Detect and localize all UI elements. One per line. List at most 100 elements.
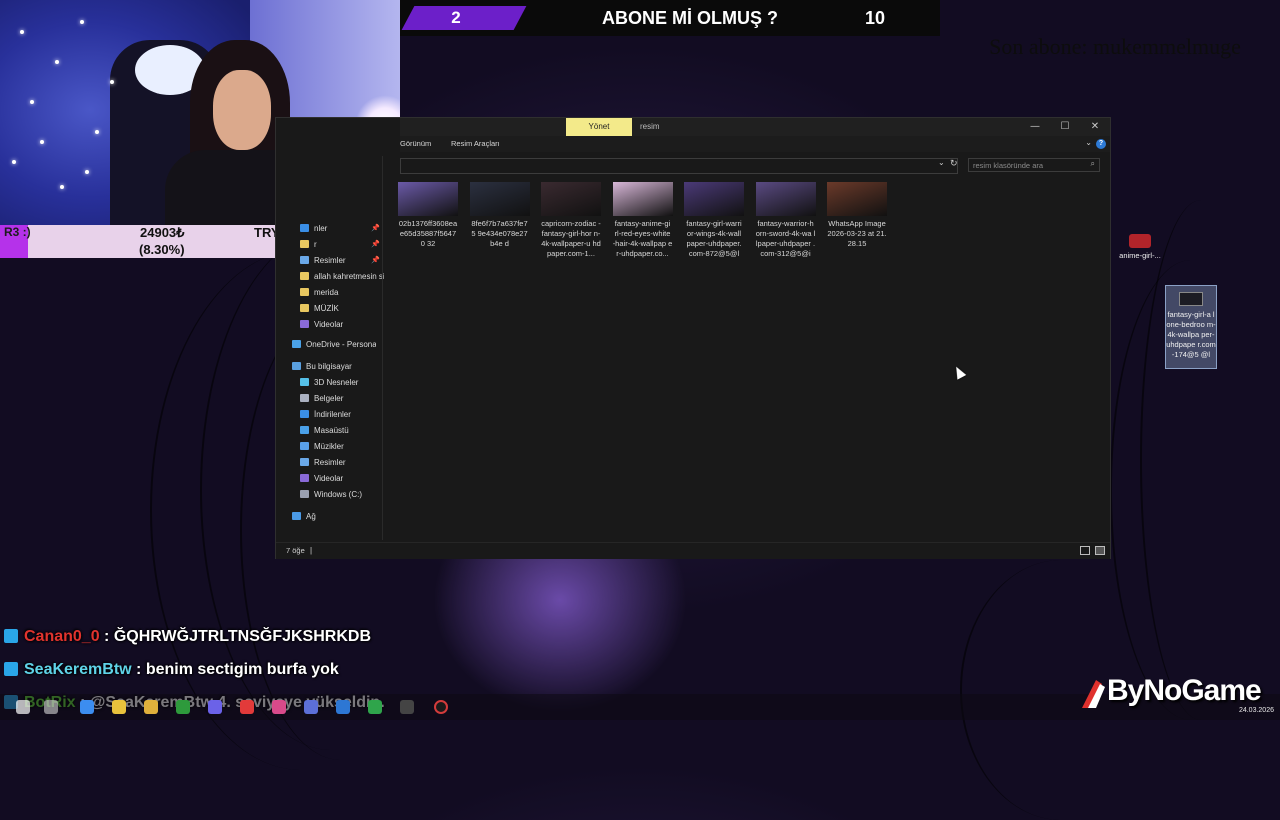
nav-item[interactable]: OneDrive - Personal (292, 338, 376, 352)
file-thumbnail (755, 182, 816, 216)
nav-item-label: Bu bilgisayar (306, 362, 352, 371)
excel-icon[interactable] (368, 700, 382, 714)
desktop-icon-anime-girl[interactable]: anime-girl-... (1114, 234, 1166, 261)
docs-icon (300, 394, 309, 402)
status-separator: | (310, 546, 313, 555)
nav-item[interactable]: İndirilenler (300, 408, 384, 422)
opera-icon[interactable] (240, 700, 254, 714)
search-placeholder: resim klasöründe ara (973, 161, 1044, 170)
file-thumbnail (612, 182, 673, 216)
nav-item[interactable]: Bu bilgisayar (292, 360, 376, 374)
nav-item-label: OneDrive - Personal (306, 340, 376, 349)
title-bar[interactable]: Yönet resim — ☐ ✕ (400, 118, 1110, 136)
spotify-icon[interactable] (176, 700, 190, 714)
maximize-button[interactable]: ☐ (1050, 118, 1080, 136)
start-icon[interactable] (16, 700, 30, 714)
download-icon (300, 410, 309, 418)
pc-icon (292, 362, 301, 370)
file-name: fantasy-girl-warri or-wings-4k-wall pape… (686, 219, 742, 258)
search-icon[interactable]: ⌕ (1091, 159, 1095, 169)
file-thumbnail (684, 182, 744, 216)
file-item[interactable]: 02b1376ff3608ea e65d35887f56470 32 (398, 182, 458, 249)
window-title: resim (640, 122, 660, 131)
file-item[interactable]: fantasy-girl-warri or-wings-4k-wall pape… (684, 182, 744, 259)
steam-icon[interactable] (336, 700, 350, 714)
file-name: capricorn-zodiac -fantasy-girl-hor n-4k-… (541, 219, 601, 258)
cloud-icon (292, 340, 301, 348)
nav-item-label: 3D Nesneler (314, 378, 359, 387)
minimize-button[interactable]: — (1020, 118, 1050, 136)
file-item[interactable]: 8fe6f7b7a637fe75 9e434e078e27b4e d (469, 182, 530, 249)
close-button[interactable]: ✕ (1080, 118, 1110, 136)
file-item[interactable]: WhatsApp Image 2026-03-23 at 21.28.15 (827, 182, 887, 249)
nav-item[interactable]: 3D Nesneler (300, 376, 384, 390)
nav-item[interactable]: Resimler (300, 456, 384, 470)
nav-item[interactable]: Müzikler (300, 440, 384, 454)
file-name: 02b1376ff3608ea e65d35887f56470 32 (398, 219, 458, 248)
pin-icon: 📌 (371, 241, 380, 248)
nav-item[interactable]: Masaüstü (300, 424, 384, 438)
file-item[interactable]: fantasy-warrior-h orn-sword-4k-wa llpape… (755, 182, 816, 259)
pin-icon: 📌 (371, 257, 380, 264)
tab-view[interactable]: Görünüm (400, 136, 431, 152)
image-file-icon (1179, 292, 1203, 306)
chevron-down-icon[interactable]: ⌄ (1085, 138, 1092, 147)
ribbon: Görünüm Resim Araçları ⌄ ? (400, 136, 1110, 152)
nav-item[interactable]: Videolar (300, 472, 384, 486)
search-icon[interactable] (44, 700, 58, 714)
discord-icon[interactable] (208, 700, 222, 714)
file-grid: 02b1376ff3608ea e65d35887f56470 32 8fe6f7… (398, 182, 1110, 322)
tab-manage[interactable]: Yönet (566, 118, 632, 136)
tab-picture-tools[interactable]: Resim Araçları (451, 136, 500, 152)
obs-icon[interactable] (400, 700, 414, 714)
nav-item[interactable]: Belgeler (300, 392, 384, 406)
desktop-icon (300, 426, 309, 434)
nav-item-label: Resimler (314, 458, 346, 467)
video-icon (300, 320, 309, 328)
platform-icon (4, 662, 18, 676)
nav-item-label: İndirilenler (314, 410, 351, 419)
sub-count: 2 (451, 8, 461, 27)
folder-icon[interactable] (144, 700, 158, 714)
chat-message: SeaKeremBtw : benim sectigim burfa yok (4, 659, 339, 681)
file-thumbnail (398, 182, 458, 216)
pane-splitter[interactable] (382, 156, 383, 540)
file-thumbnail (469, 182, 530, 216)
file-thumbnail (541, 182, 601, 216)
explorer-icon[interactable] (112, 700, 126, 714)
nav-item-label: MÜZİK (314, 304, 339, 313)
nav-item[interactable]: allah kahretmesin si (300, 270, 384, 284)
address-bar[interactable] (400, 158, 958, 174)
nav-item[interactable]: merida (300, 286, 384, 300)
chat-username: Canan0_0 (24, 628, 100, 645)
help-icon[interactable]: ? (1096, 139, 1106, 149)
nav-item[interactable]: Videolar (300, 318, 384, 332)
app-icon[interactable] (272, 700, 286, 714)
status-bar: 7 öğe | (276, 542, 1110, 559)
nav-item[interactable]: Ağ (292, 510, 376, 524)
sub-question: ABONE Mİ OLMUŞ ? (602, 8, 778, 28)
file-item[interactable]: fantasy-anime-gi rl-red-eyes-white -hair… (612, 182, 673, 259)
nav-item-label: Belgeler (314, 394, 344, 403)
nav-item[interactable]: Windows (C:) (300, 488, 384, 502)
nav-item-label: allah kahretmesin si (314, 272, 384, 281)
file-item[interactable]: capricorn-zodiac -fantasy-girl-hor n-4k-… (541, 182, 601, 259)
large-icons-view-icon[interactable] (1095, 546, 1105, 555)
refresh-icon[interactable]: ↻ (950, 158, 958, 169)
chevron-down-icon[interactable]: ⌄ (938, 158, 945, 167)
folder-icon (300, 272, 309, 280)
edge-icon[interactable] (80, 700, 94, 714)
details-view-icon[interactable] (1080, 546, 1090, 555)
chat-separator: : (99, 628, 114, 645)
nav-item-label: r (314, 240, 317, 249)
nav-item-label: Masaüstü (314, 426, 349, 435)
desktop-icon-fantasy-girl[interactable]: fantasy-girl-a lone-bedroo m-4k-wallpa p… (1165, 285, 1217, 369)
app-icon[interactable] (304, 700, 318, 714)
nav-item-label: nler (314, 224, 328, 233)
folder-icon (300, 240, 309, 248)
file-explorer-window[interactable]: Yönet resim — ☐ ✕ Görünüm Resim Araçları… (276, 118, 1110, 559)
record-icon[interactable] (434, 700, 448, 714)
search-input[interactable]: resim klasöründe ara ⌕ (968, 158, 1100, 172)
nav-item[interactable]: MÜZİK (300, 302, 384, 316)
pictures-icon (300, 458, 309, 466)
